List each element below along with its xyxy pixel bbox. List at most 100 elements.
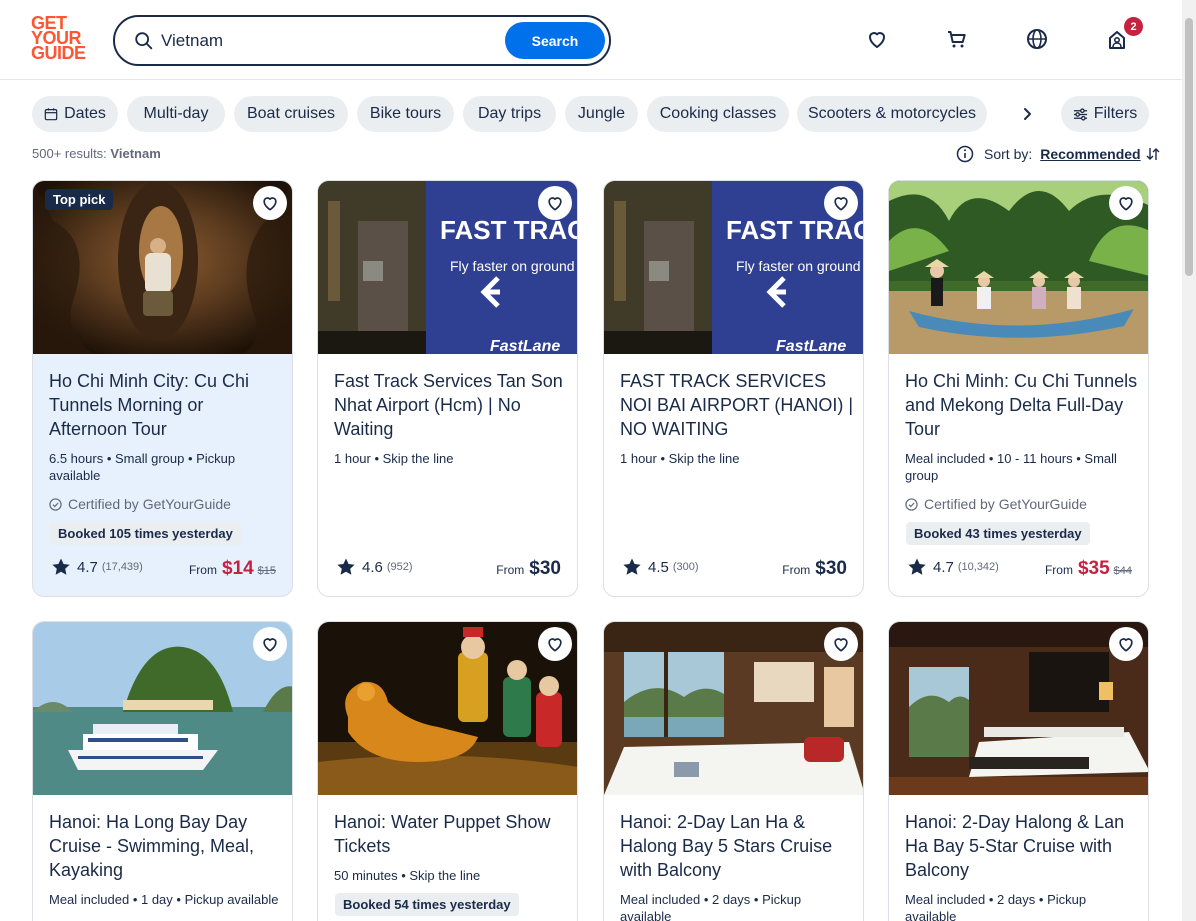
favorite-button[interactable] [538,627,572,661]
price-from-label: From [188,563,217,577]
sort-dropdown[interactable]: Recommended [1040,146,1140,162]
heart-icon [1119,197,1133,211]
rating-value: 4.6 [362,558,383,576]
activity-title[interactable]: Ho Chi Minh City: Cu Chi Tunnels Morning… [49,369,284,441]
activity-title[interactable]: Fast Track Services Tan Son Nhat Airport… [334,369,569,441]
chip-boat-cruises[interactable]: Boat cruises [234,96,348,132]
search-bar: Search [113,15,611,66]
info-icon[interactable] [956,145,974,163]
chip-day-trips[interactable]: Day trips [463,96,556,132]
price-from-label: From [496,563,525,577]
activity-image-water-puppet[interactable] [318,622,577,795]
fastlane-brand-text: FastLane [490,338,560,354]
price-amount: $30 [815,558,847,579]
activity-title[interactable]: FAST TRACK SERVICES NOI BAI AIRPORT (HAN… [620,369,855,441]
filter-chips: Dates Multi-day Boat cruises Bike tours … [32,96,1032,132]
price: From $14 $15 [189,558,276,580]
price-from-label: From [1044,563,1073,577]
results-query: Vietnam [110,146,161,161]
review-count: (10,342) [957,561,999,573]
activity-card[interactable]: Ho Chi Minh: Cu Chi Tunnels and Mekong D… [888,180,1149,597]
chevron-right-icon[interactable] [1009,96,1045,132]
activity-image-tunnel[interactable]: Top pick [33,181,292,354]
filters-button[interactable]: Filters [1061,96,1149,132]
activity-title[interactable]: Ho Chi Minh: Cu Chi Tunnels and Mekong D… [905,369,1140,441]
review-count: (17,439) [101,561,143,573]
activity-title[interactable]: Hanoi: Water Puppet Show Tickets [334,810,569,858]
chip-dates[interactable]: Dates [32,96,118,132]
star-icon [908,558,926,575]
getyourguide-logo[interactable]: GET YOUR GUIDE [31,14,91,64]
sort-control: Sort by: Recommended [956,144,1161,164]
activity-image-cruise-suite[interactable] [889,622,1148,795]
activity-card[interactable]: Hanoi: Ha Long Bay Day Cruise - Swimming… [32,621,293,921]
search-input[interactable] [161,27,501,55]
activity-meta: 50 minutes • Skip the line [334,868,481,883]
certified-label: Certified by GetYourGuide [905,496,1087,512]
original-price: $15 [257,565,276,577]
activity-card[interactable]: Hanoi: 2-Day Lan Ha & Halong Bay 5 Stars… [603,621,864,921]
activity-image-cruise-cabin[interactable] [604,622,863,795]
activity-image-halong-cruise[interactable] [33,622,292,795]
rating-value: 4.7 [933,558,954,576]
activity-card[interactable]: Top pick Ho Chi Minh City: Cu Chi Tunnel… [32,180,293,597]
chip-label: Day trips [477,105,542,122]
cart-icon[interactable] [942,24,972,54]
price-from-label: From [782,563,811,577]
heart-icon [263,197,277,211]
notification-badge: 2 [1124,17,1143,36]
activity-meta: Meal included • 10 - 11 hours • Small gr… [905,451,1117,483]
chip-multi-day[interactable]: Multi-day [127,96,225,132]
page-scrollbar[interactable] [1182,0,1196,921]
favorite-button[interactable] [824,186,858,220]
top-pick-badge: Top pick [45,189,114,210]
activity-title[interactable]: Hanoi: Ha Long Bay Day Cruise - Swimming… [49,810,284,882]
favorite-button[interactable] [1109,627,1143,661]
activity-meta: Meal included • 2 days • Pickup availabl… [620,892,802,921]
heart-icon [548,638,562,652]
chip-label: Scooters & motorcycles [807,105,977,122]
rating-value: 4.5 [648,558,669,576]
logo-line-3: GUIDE [31,43,86,63]
rating: 4.6 (952) [336,557,413,577]
chip-bike-tours[interactable]: Bike tours [357,96,454,132]
activity-title[interactable]: Hanoi: 2-Day Lan Ha & Halong Bay 5 Stars… [620,810,855,882]
favorite-button[interactable] [253,186,287,220]
activity-title[interactable]: Hanoi: 2-Day Halong & Lan Ha Bay 5-Star … [905,810,1140,882]
activity-card[interactable]: Hanoi: Water Puppet Show Tickets 50 minu… [317,621,578,921]
activity-card[interactable]: Hanoi: 2-Day Halong & Lan Ha Bay 5-Star … [888,621,1149,921]
results-count-text: 500+ results: [32,146,107,161]
activity-card[interactable]: FAST TRACK Fly faster on ground FastLane… [603,180,864,597]
chip-label: Multi-day [143,105,209,122]
activity-image-mekong[interactable] [889,181,1148,354]
filters-label: Filters [1093,105,1138,122]
activity-meta: Meal included • 2 days • Pickup availabl… [905,892,1087,921]
favorite-button[interactable] [253,627,287,661]
fastlane-brand-text: FastLane [776,338,846,354]
globe-icon[interactable] [1022,24,1052,54]
chip-cooking-classes[interactable]: Cooking classes [647,96,789,132]
certified-text: Certified by GetYourGuide [924,496,1087,512]
search-button[interactable]: Search [505,22,605,59]
chip-scooters-motorcycles[interactable]: Scooters & motorcycles [797,96,987,132]
booked-badge: Booked 105 times yesterday [50,522,241,545]
activity-meta: 1 hour • Skip the line [620,451,740,466]
price: From $30 [782,558,847,580]
activity-card[interactable]: FAST TRACK Fly faster on ground FastLane… [317,180,578,597]
activity-image-fast-track[interactable]: FAST TRACK Fly faster on ground FastLane [604,181,863,354]
heart-icon[interactable] [862,24,892,54]
favorite-button[interactable] [538,186,572,220]
chip-jungle[interactable]: Jungle [565,96,638,132]
sort-arrows-icon[interactable] [1145,146,1161,162]
price: From $35 $44 [1045,558,1132,580]
scrollbar-thumb[interactable] [1185,18,1193,276]
review-count: (952) [386,561,413,573]
heart-icon [263,638,277,652]
favorite-button[interactable] [824,627,858,661]
activity-image-fast-track[interactable]: FAST TRACK Fly faster on ground FastLane [318,181,577,354]
review-count: (300) [672,561,699,573]
fast-track-sign-subtext: Fly faster on ground [736,258,861,274]
activity-meta: 6.5 hours • Small group • Pickup availab… [49,451,236,483]
favorite-button[interactable] [1109,186,1143,220]
certified-label: Certified by GetYourGuide [49,496,231,512]
